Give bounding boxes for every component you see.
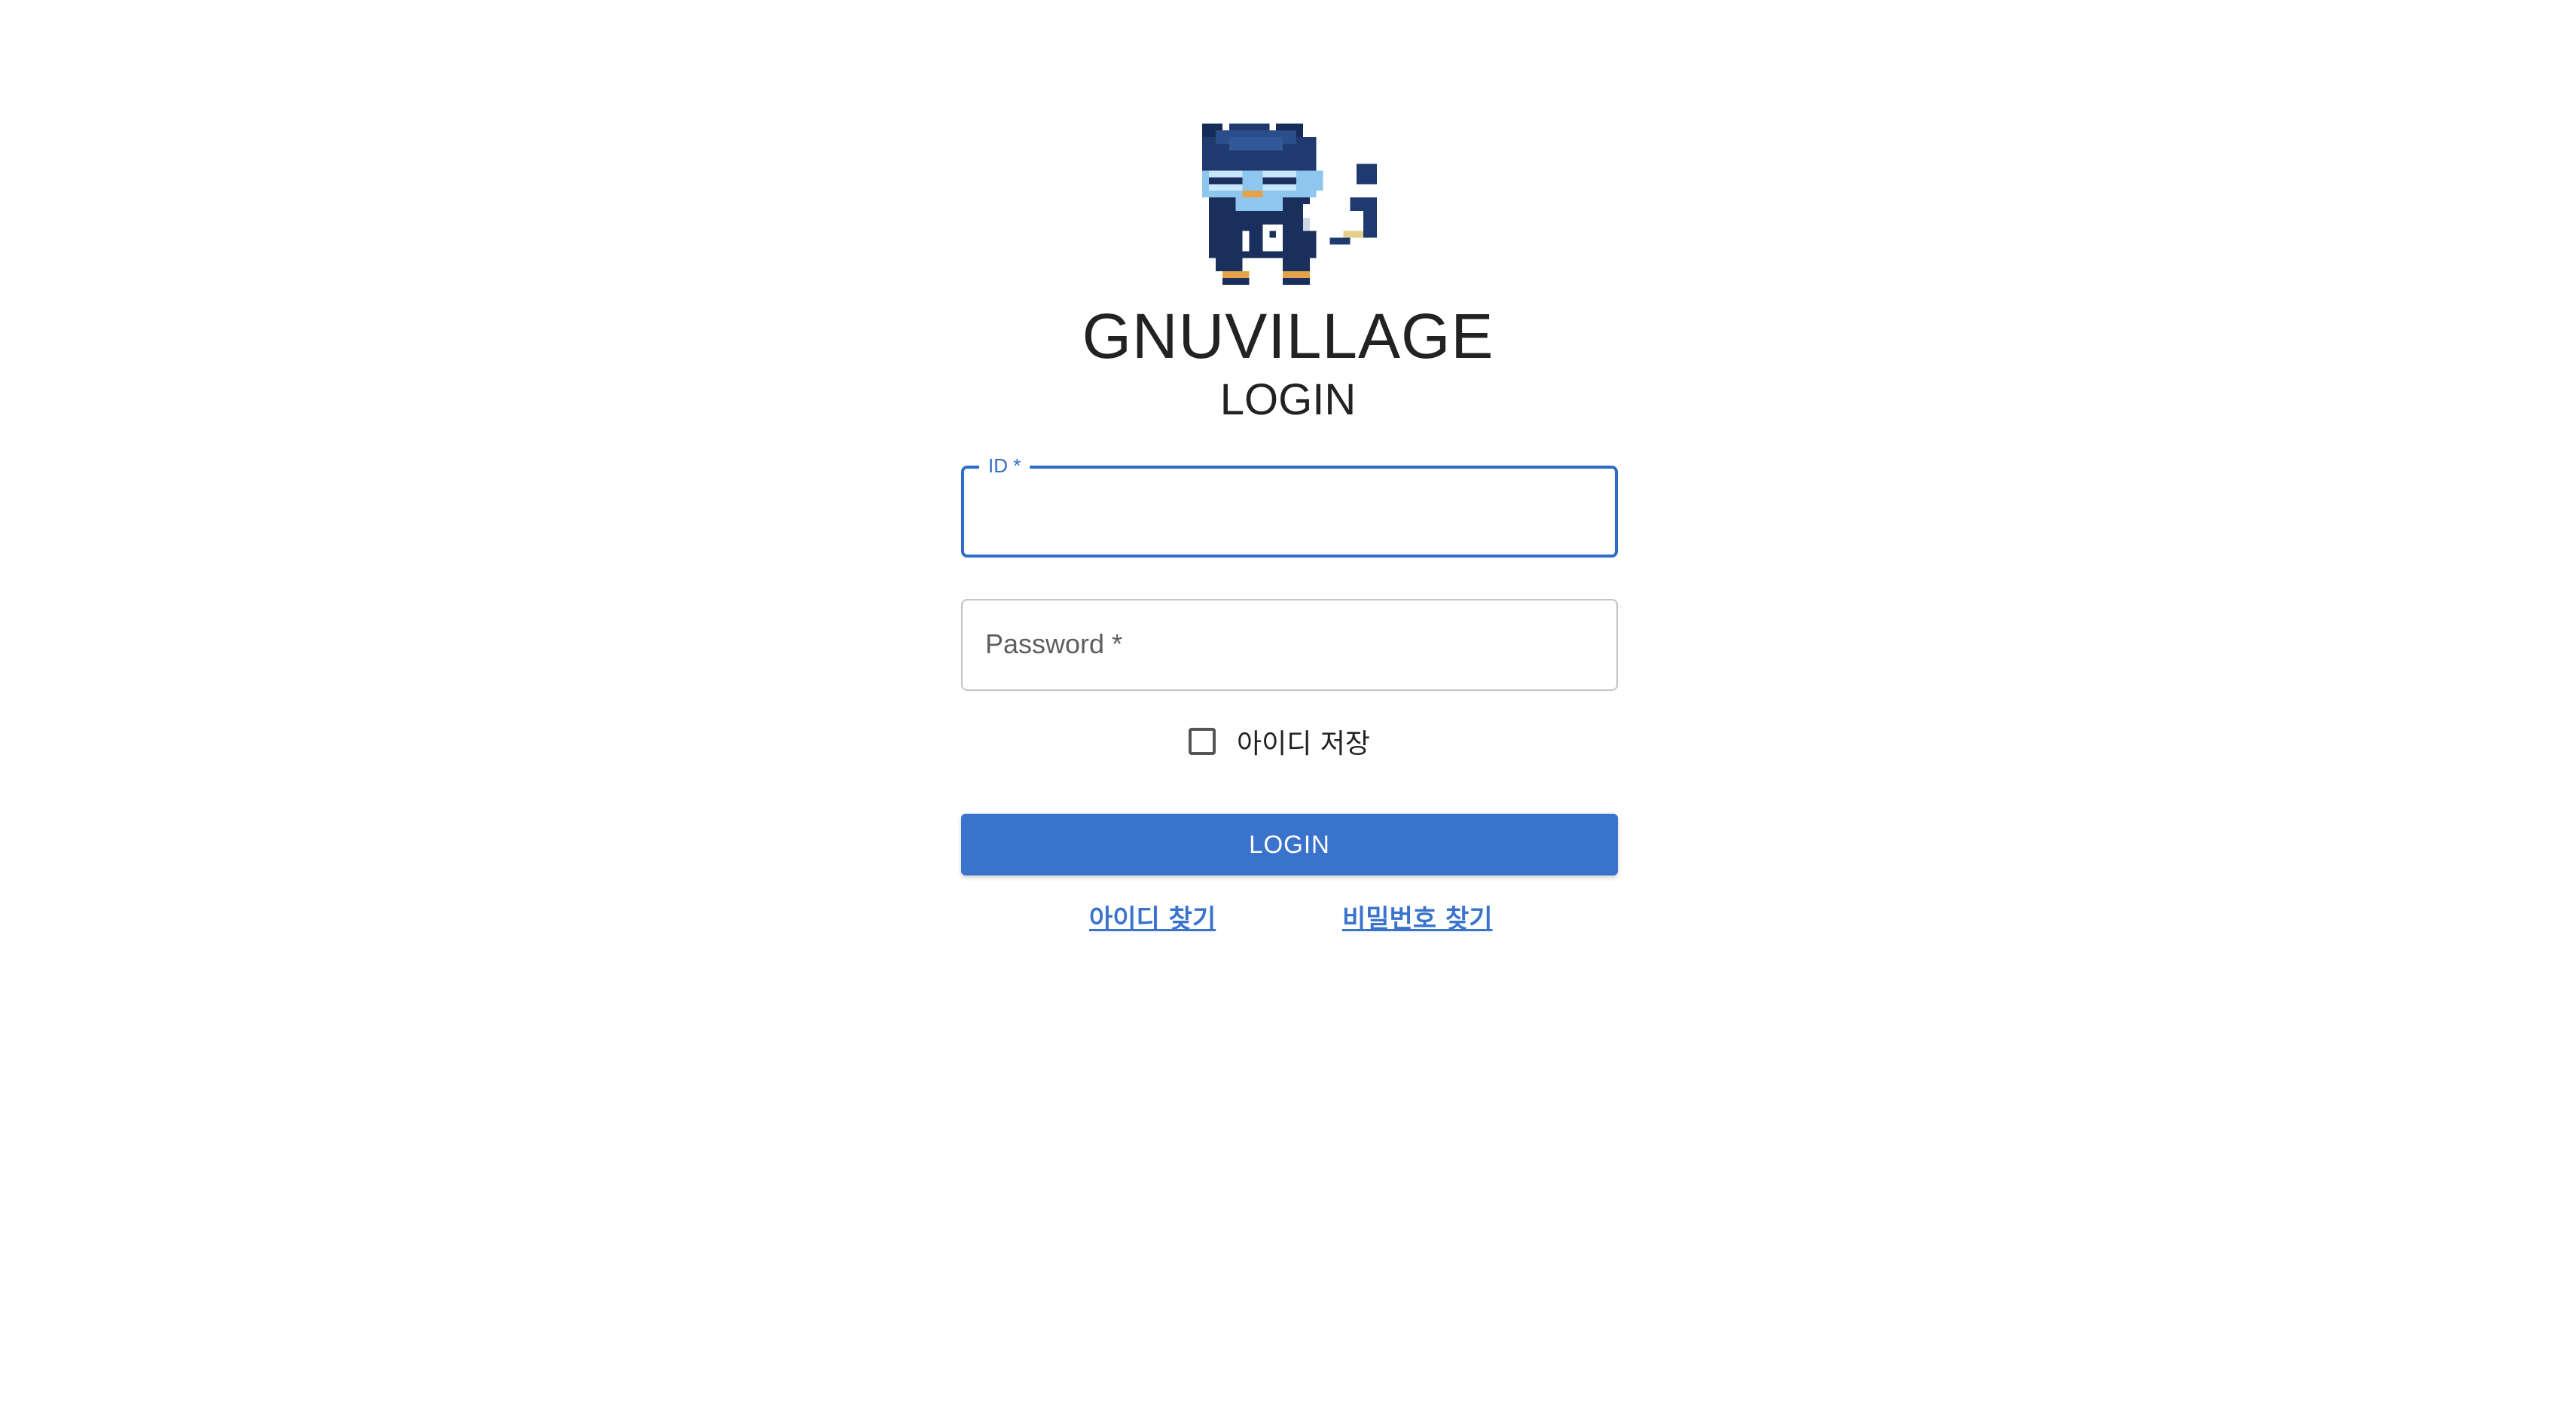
- id-input[interactable]: [985, 488, 1594, 539]
- remember-id-option[interactable]: 아이디 저장: [1189, 719, 1370, 764]
- find-id-link[interactable]: 아이디 찾기: [1089, 901, 1216, 937]
- remember-id-label[interactable]: 아이디 저장: [1237, 722, 1370, 761]
- mascot-logo: [1195, 124, 1384, 285]
- login-page: GNUVILLAGE LOGIN ID * Password * 아이디 저장 …: [0, 0, 2576, 1427]
- password-input[interactable]: [984, 620, 1595, 671]
- remember-id-checkbox[interactable]: [1189, 728, 1216, 755]
- password-field[interactable]: Password *: [961, 599, 1618, 691]
- find-password-link[interactable]: 비밀번호 찾기: [1342, 901, 1493, 937]
- page-title: LOGIN: [1219, 375, 1357, 424]
- brand-title: GNUVILLAGE: [1082, 301, 1494, 371]
- id-field-label: ID *: [979, 454, 1030, 478]
- login-button[interactable]: LOGIN: [961, 814, 1618, 875]
- id-field[interactable]: ID *: [961, 454, 1618, 558]
